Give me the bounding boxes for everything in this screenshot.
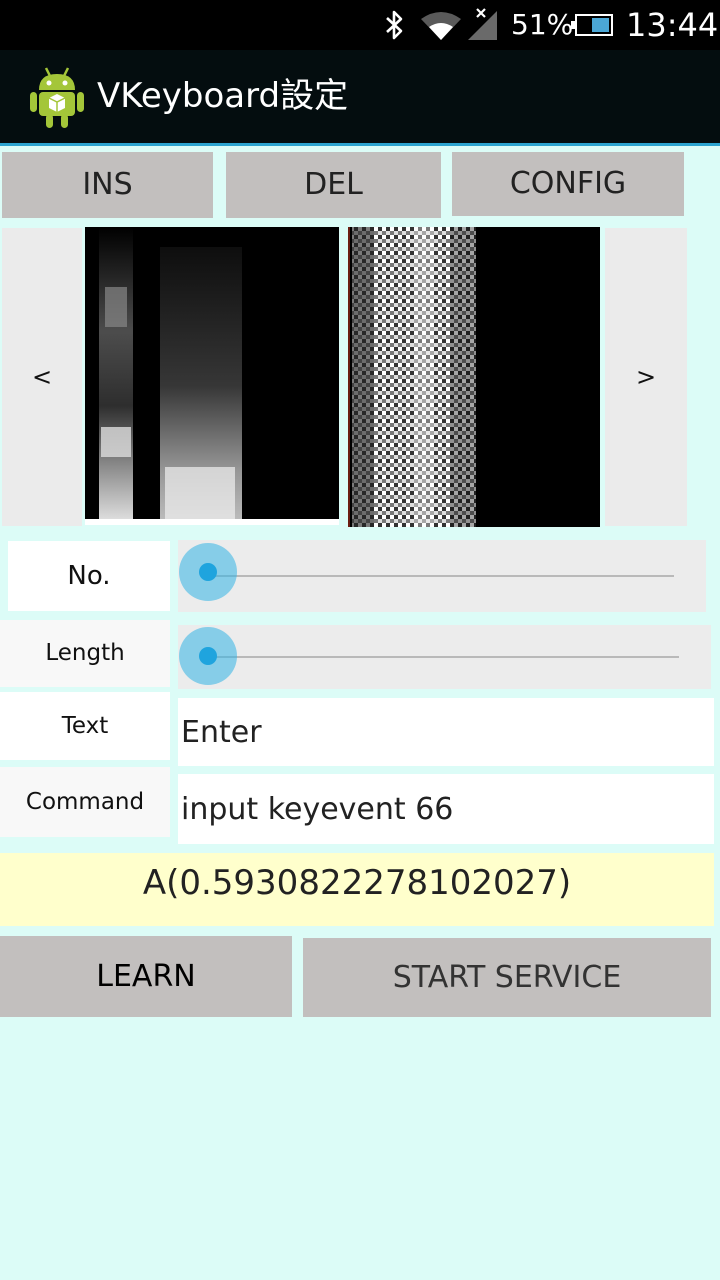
cellular-signal-icon	[468, 8, 497, 40]
seekbar-track	[208, 656, 679, 658]
seekbar-thumb[interactable]	[179, 627, 237, 685]
previous-button[interactable]: <	[2, 228, 82, 526]
text-label: Text	[0, 692, 170, 760]
bluetooth-icon	[386, 10, 403, 40]
clock: 13:44	[626, 6, 719, 44]
learn-button[interactable]: LEARN	[0, 936, 292, 1017]
command-input[interactable]: input keyevent 66	[178, 774, 714, 844]
seekbar-thumb[interactable]	[179, 543, 237, 601]
config-button[interactable]: CONFIG	[452, 152, 684, 216]
del-button[interactable]: DEL	[226, 152, 441, 218]
battery-percent: 51%	[511, 8, 574, 41]
spectrogram-left-graphic	[85, 227, 339, 525]
android-robot-icon	[30, 67, 84, 128]
no-label: No.	[8, 541, 170, 611]
ins-button[interactable]: INS	[2, 152, 213, 218]
recognition-result: A(0.5930822278102027)	[0, 853, 714, 926]
app-title: VKeyboard設定	[97, 76, 349, 116]
length-label: Length	[0, 620, 170, 687]
spectrogram-right-graphic	[350, 227, 600, 527]
status-bar: 51% 13:44	[0, 0, 720, 50]
text-input[interactable]: Enter	[178, 698, 714, 766]
spectrogram-image	[348, 227, 600, 527]
command-label: Command	[0, 767, 170, 837]
no-seekbar[interactable]	[178, 540, 706, 612]
length-seekbar[interactable]	[178, 625, 711, 689]
next-button[interactable]: >	[605, 228, 687, 526]
start-service-button[interactable]: START SERVICE	[303, 938, 711, 1017]
battery-icon	[571, 14, 613, 36]
seekbar-track	[208, 575, 674, 577]
wifi-icon	[421, 12, 461, 40]
action-bar-divider	[0, 143, 720, 146]
spectrogram-image	[85, 227, 339, 525]
